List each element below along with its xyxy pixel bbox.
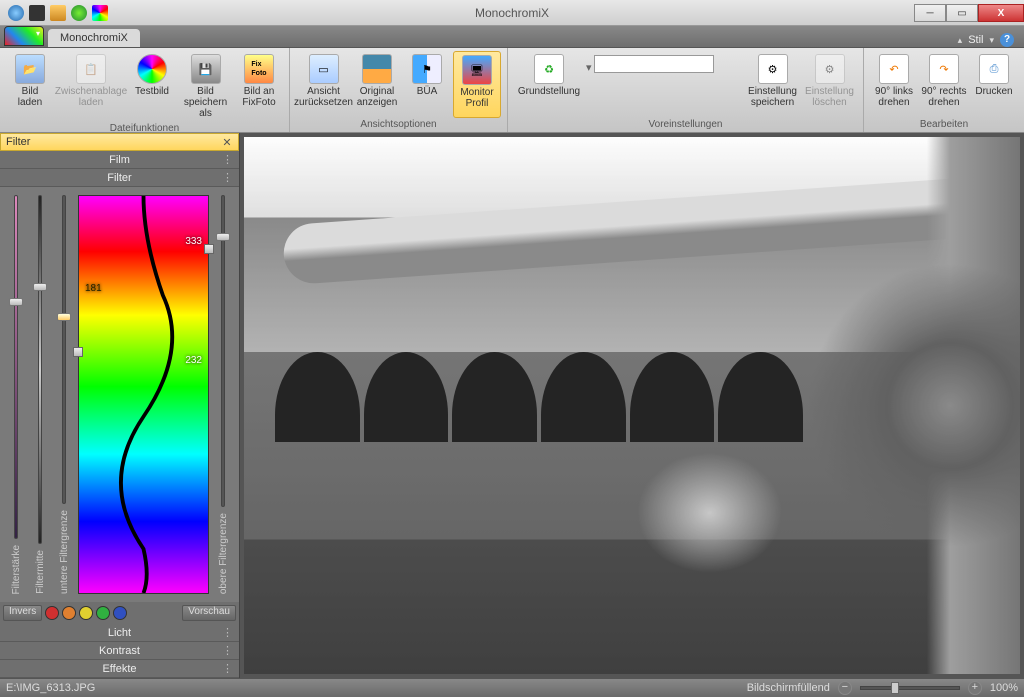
section-effekte[interactable]: Effekte⋮	[0, 660, 239, 678]
zoom-out-button[interactable]: −	[838, 681, 852, 695]
rotate-right-button[interactable]: ↷ 90° rechts drehen	[920, 51, 968, 118]
folder-open-icon: 📂	[15, 54, 45, 84]
preview-button[interactable]: Vorschau	[182, 605, 236, 621]
delete-preset-button[interactable]: ⚙ Einstellung löschen	[802, 51, 857, 118]
default-settings-button[interactable]: ♻ Grundstellung	[514, 51, 584, 118]
swatch-orange[interactable]	[62, 606, 76, 620]
rotate-right-icon: ↷	[929, 54, 959, 84]
style-menu[interactable]: Stil	[968, 34, 983, 46]
filter-panel-header[interactable]: Filter ✕	[0, 133, 239, 151]
spectrum-value-3: 232	[185, 355, 202, 366]
qat-more-icon[interactable]: ▾	[113, 5, 118, 21]
group-ansichtsoptionen: Ansichtsoptionen	[296, 118, 501, 132]
qat-open-icon[interactable]	[50, 5, 66, 21]
floppy-icon: 💾	[191, 54, 221, 84]
tab-monochromix[interactable]: MonochromiX	[48, 29, 140, 47]
gear-plus-icon: ⚙	[758, 54, 788, 84]
test-image-button[interactable]: Testbild	[128, 51, 176, 122]
fixfoto-icon: FixFoto	[244, 54, 274, 84]
swatch-red[interactable]	[45, 606, 59, 620]
group-voreinstellungen: Voreinstellungen	[514, 118, 857, 132]
title-bar: ▾ MonochromiX ─ ▭ X	[0, 0, 1024, 26]
qat-globe-icon[interactable]	[8, 5, 24, 21]
app-menu-button[interactable]	[4, 26, 44, 46]
status-filepath: E:\IMG_6313.JPG	[6, 682, 95, 694]
section-licht[interactable]: Licht⋮	[0, 624, 239, 642]
filter-sidebar: Filter ✕ Film⋮ Filter⋮ Filterstärke Filt…	[0, 133, 240, 678]
rotate-left-button[interactable]: ↶ 90° links drehen	[870, 51, 918, 118]
rotate-left-icon: ↶	[879, 54, 909, 84]
invers-button[interactable]: Invers	[3, 605, 42, 621]
help-icon[interactable]: ?	[1000, 33, 1014, 47]
section-film[interactable]: Film⋮	[0, 151, 239, 169]
ribbon-collapse-icon[interactable]: ▴	[958, 35, 963, 46]
monitor-profile-button[interactable]: 🖥 Monitor Profil	[453, 51, 501, 118]
preset-dropdown-icon[interactable]: ▾	[586, 61, 592, 74]
save-preset-button[interactable]: ⚙ Einstellung speichern	[745, 51, 800, 118]
page-icon: ▭	[309, 54, 339, 84]
sunrise-icon	[362, 54, 392, 84]
status-zoom-value: 100%	[990, 682, 1018, 694]
slider-untere-grenze[interactable]: untere Filtergrenze	[54, 195, 74, 594]
slider-filtermitte[interactable]: Filtermitte	[30, 195, 50, 594]
preset-combo[interactable]	[594, 55, 714, 73]
printer-icon: ⎙	[979, 54, 1009, 84]
monitor-icon: 🖥	[462, 55, 492, 85]
window-title: MonochromiX	[475, 6, 549, 20]
color-wheel-icon	[137, 54, 167, 84]
status-fit-mode[interactable]: Bildschirmfüllend	[747, 682, 830, 694]
gear-minus-icon: ⚙	[815, 54, 845, 84]
recycle-icon: ♻	[534, 54, 564, 84]
zoom-slider[interactable]	[860, 686, 960, 690]
spectrum-value-2: 181	[85, 283, 102, 294]
slider-obere-grenze[interactable]: obere Filtergrenze	[213, 195, 233, 594]
image-canvas[interactable]	[240, 133, 1024, 678]
spectrum-upper-handle[interactable]	[204, 244, 214, 254]
slider-filterstaerke[interactable]: Filterstärke	[6, 195, 26, 594]
qat-color-icon[interactable]	[92, 5, 108, 21]
load-image-button[interactable]: 📂 Bild laden	[6, 51, 54, 122]
clipboard-icon: 📋	[76, 54, 106, 84]
flag-icon: ⚑	[412, 54, 442, 84]
maximize-button[interactable]: ▭	[946, 4, 978, 22]
section-filter[interactable]: Filter⋮	[0, 169, 239, 187]
close-button[interactable]: X	[978, 4, 1024, 22]
swatch-yellow[interactable]	[79, 606, 93, 620]
panel-close-icon[interactable]: ✕	[221, 136, 233, 149]
swatch-blue[interactable]	[113, 606, 127, 620]
swatch-green[interactable]	[96, 606, 110, 620]
style-chevron-icon[interactable]: ▾	[989, 35, 994, 46]
ribbon: 📂 Bild laden 📋 Zwischenablage laden Test…	[0, 48, 1024, 133]
zoom-in-button[interactable]: +	[968, 681, 982, 695]
status-bar: E:\IMG_6313.JPG Bildschirmfüllend − + 10…	[0, 678, 1024, 697]
group-bearbeiten: Bearbeiten	[870, 118, 1018, 132]
photo-preview	[244, 137, 1020, 674]
reset-view-button[interactable]: ▭ Ansicht zurücksetzen	[296, 51, 351, 118]
section-kontrast[interactable]: Kontrast⋮	[0, 642, 239, 660]
show-original-button[interactable]: Original anzeigen	[353, 51, 401, 118]
qat-save-icon[interactable]	[29, 5, 45, 21]
minimize-button[interactable]: ─	[914, 4, 946, 22]
palette-row: Invers Vorschau	[0, 602, 239, 624]
spectrum-value-1: 333	[185, 236, 202, 247]
fixfoto-button[interactable]: FixFoto Bild an FixFoto	[235, 51, 283, 122]
bua-button[interactable]: ⚑ BÜA	[403, 51, 451, 118]
save-as-button[interactable]: 💾 Bild speichern als	[178, 51, 233, 122]
spectrum-lower-handle[interactable]	[73, 347, 83, 357]
filter-spectrum[interactable]: 333 181 232	[78, 195, 209, 594]
tab-strip: MonochromiX ▴ Stil ▾ ?	[0, 26, 1024, 48]
clipboard-load-button[interactable]: 📋 Zwischenablage laden	[56, 51, 126, 122]
qat-refresh-icon[interactable]	[71, 5, 87, 21]
print-button[interactable]: ⎙ Drucken	[970, 51, 1018, 118]
